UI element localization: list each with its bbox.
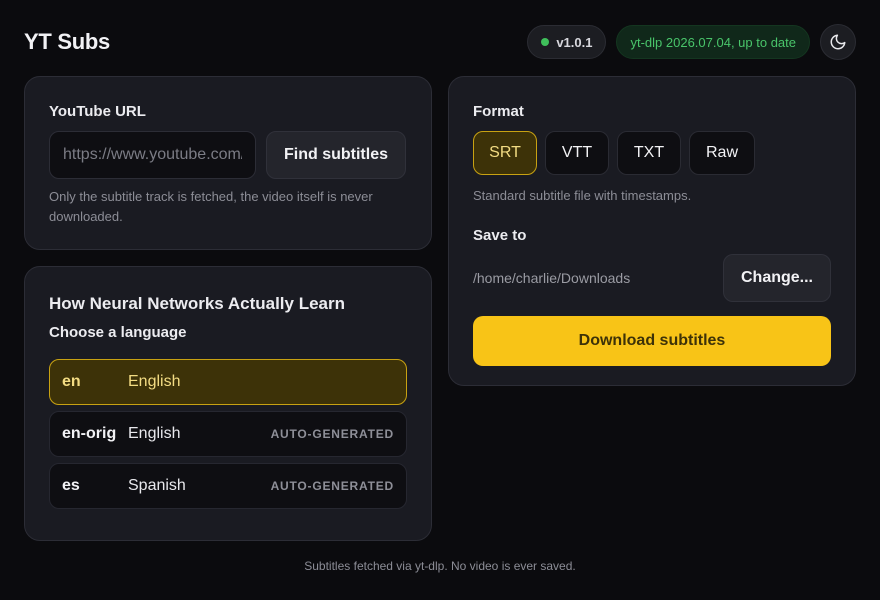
youtube-url-input[interactable] <box>49 131 256 179</box>
moon-icon <box>830 34 846 50</box>
url-row: Find subtitles <box>49 131 407 179</box>
auto-generated-badge: AUTO-GENERATED <box>270 427 394 441</box>
save-row: /home/charlie/Downloads Change... <box>473 254 831 302</box>
status-dot-icon <box>541 38 550 46</box>
url-card: YouTube URL Find subtitles Only the subt… <box>24 76 432 250</box>
url-hint: Only the subtitle track is fetched, the … <box>49 189 373 224</box>
language-option-en[interactable]: en English <box>49 359 407 405</box>
choose-language-label: Choose a language <box>49 324 187 341</box>
format-srt-button[interactable]: SRT <box>473 131 537 175</box>
app-header: YT Subs v1.0.1 yt-dlp 2026.07.04, up to … <box>24 24 856 60</box>
ytdlp-status-badge: yt-dlp 2026.07.04, up to date <box>616 25 810 59</box>
language-name: English <box>128 373 181 390</box>
format-label: Format <box>473 103 524 120</box>
format-txt-button[interactable]: TXT <box>617 131 681 175</box>
language-option-es[interactable]: es Spanish AUTO-GENERATED <box>49 463 407 509</box>
app-title: YT Subs <box>24 29 110 54</box>
language-code: es <box>62 477 80 494</box>
format-raw-button[interactable]: Raw <box>689 131 755 175</box>
language-name: Spanish <box>128 477 186 494</box>
find-subtitles-button[interactable]: Find subtitles <box>266 131 406 179</box>
language-code: en-orig <box>62 425 117 442</box>
language-option-en-orig[interactable]: en-orig English AUTO-GENERATED <box>49 411 407 457</box>
auto-generated-badge: AUTO-GENERATED <box>270 479 394 493</box>
header-status-area: v1.0.1 yt-dlp 2026.07.04, up to date <box>527 24 856 60</box>
change-folder-button[interactable]: Change... <box>723 254 831 302</box>
video-title: How Neural Networks Actually Learn <box>49 294 346 313</box>
version-label: v1.0.1 <box>556 34 593 50</box>
language-list: en English en-orig English AUTO-GENERATE… <box>49 359 407 509</box>
format-card: Format SRT VTT TXT Raw Standard subtitle… <box>448 76 856 386</box>
format-hint: Standard subtitle file with timestamps. <box>473 188 692 203</box>
version-badge: v1.0.1 <box>527 25 607 59</box>
language-code: en <box>62 373 81 390</box>
download-subtitles-button[interactable]: Download subtitles <box>473 316 831 366</box>
footer-note: Subtitles fetched via yt-dlp. No video i… <box>304 559 576 573</box>
save-path: /home/charlie/Downloads <box>473 270 631 286</box>
format-selector: SRT VTT TXT Raw <box>473 131 831 175</box>
format-vtt-button[interactable]: VTT <box>545 131 609 175</box>
language-name: English <box>128 425 181 442</box>
youtube-url-label: YouTube URL <box>49 103 146 120</box>
theme-toggle-button[interactable] <box>820 24 856 60</box>
save-to-label: Save to <box>473 227 527 244</box>
language-card: How Neural Networks Actually Learn Choos… <box>24 266 432 541</box>
